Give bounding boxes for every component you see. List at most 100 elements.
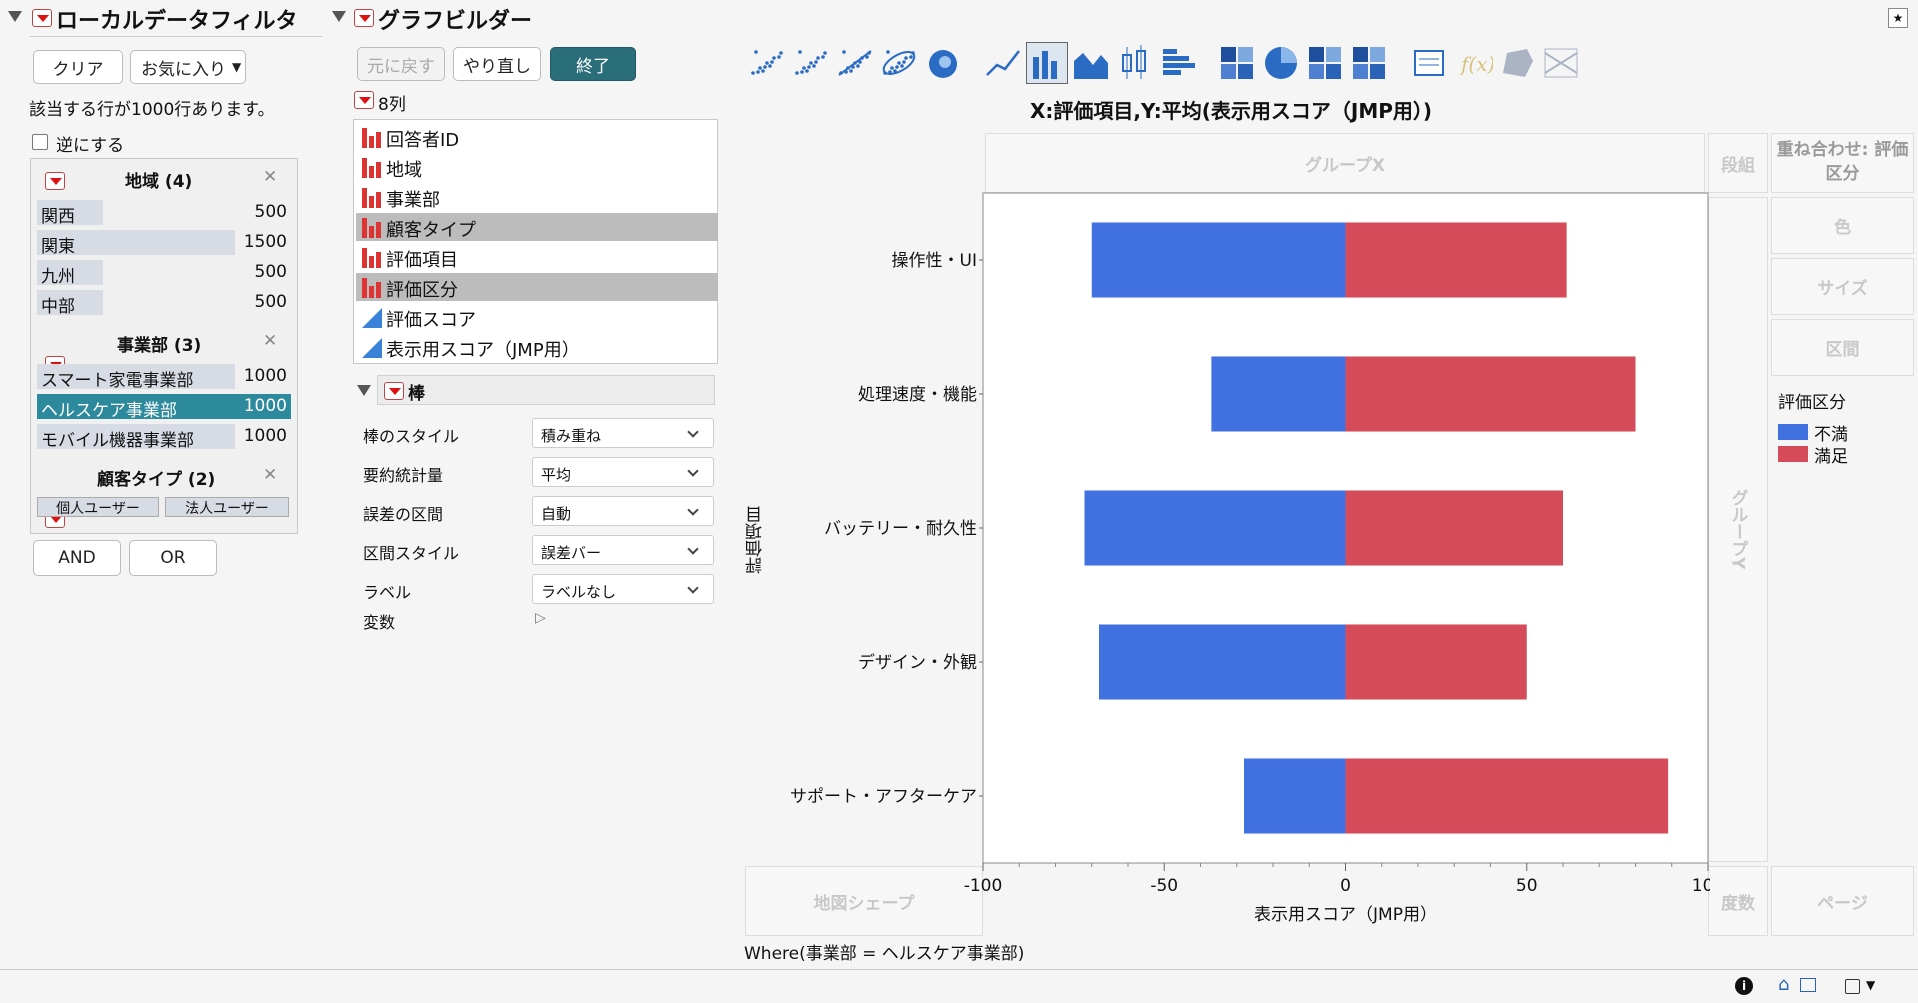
area-icon[interactable]	[1070, 42, 1112, 84]
line-icon[interactable]	[982, 42, 1024, 84]
group-x-zone[interactable]: グループX	[985, 133, 1705, 193]
bar-icon[interactable]	[1026, 42, 1068, 84]
close-icon[interactable]: ✕	[263, 167, 277, 187]
bar-satisfied	[1345, 356, 1636, 432]
filter-item[interactable]: 中部 500	[37, 290, 291, 317]
disclosure-icon[interactable]	[357, 385, 371, 396]
and-button[interactable]: AND	[33, 540, 121, 576]
or-button[interactable]: OR	[129, 540, 217, 576]
filter-header: ローカルデータフィルタ	[0, 0, 322, 34]
favorites-dropdown[interactable]: お気に入り ▼	[130, 50, 246, 84]
line-of-fit-icon[interactable]	[834, 42, 876, 84]
column-item[interactable]: 評価区分	[356, 273, 718, 301]
close-icon[interactable]: ✕	[263, 465, 277, 485]
filter-title-customer-type: 顧客タイプ (2)	[97, 470, 216, 490]
window-menu-icon[interactable]	[1845, 979, 1860, 994]
red-triangle-menu-icon[interactable]	[45, 172, 65, 190]
property-dropdown[interactable]: 誤差バー	[532, 535, 714, 565]
density-icon[interactable]	[922, 42, 964, 84]
bar-satisfied	[1345, 758, 1669, 834]
property-dropdown[interactable]: 積み重ね	[532, 418, 714, 448]
freq-zone[interactable]: 度数	[1708, 866, 1768, 936]
filter-header-rule	[30, 36, 322, 37]
heatmap-icon[interactable]	[1216, 42, 1258, 84]
red-triangle-menu-icon[interactable]	[354, 9, 374, 27]
map-shapes-icon[interactable]	[1496, 42, 1538, 84]
element-section-header: 棒	[377, 375, 715, 405]
filter-item[interactable]: モバイル機器事業部 1000	[37, 424, 291, 451]
pin-icon[interactable]: ★	[1888, 8, 1908, 28]
customer-type-individual-button[interactable]: 個人ユーザー	[37, 497, 159, 517]
caret-down-icon[interactable]: ▼	[1866, 978, 1875, 992]
table-icon[interactable]	[1800, 978, 1816, 992]
interval-zone[interactable]: 区間	[1771, 319, 1914, 376]
undo-button[interactable]: 元に戻す	[357, 47, 445, 81]
close-icon[interactable]: ✕	[263, 331, 277, 351]
column-item-label: 表示用スコア（JMP用）	[386, 340, 580, 361]
column-item[interactable]: 表示用スコア（JMP用）	[356, 333, 718, 361]
disclosure-icon[interactable]	[8, 11, 22, 22]
column-item[interactable]: 評価項目	[356, 243, 718, 271]
mosaic-icon[interactable]	[1348, 42, 1390, 84]
columns-header: 8列	[378, 95, 406, 115]
contour-icon[interactable]	[790, 42, 832, 84]
filter-item[interactable]: スマート家電事業部 1000	[37, 364, 291, 391]
points-icon[interactable]	[746, 42, 788, 84]
parallel-icon[interactable]	[1540, 42, 1582, 84]
red-triangle-menu-icon[interactable]	[354, 91, 374, 109]
column-item[interactable]: 事業部	[356, 183, 718, 211]
histogram-icon[interactable]	[1158, 42, 1200, 84]
size-zone[interactable]: サイズ	[1771, 258, 1914, 315]
box-plot-icon[interactable]	[1114, 42, 1156, 84]
customer-type-corporate-button[interactable]: 法人ユーザー	[165, 497, 289, 517]
property-dropdown[interactable]: 自動	[532, 496, 714, 526]
red-triangle-menu-icon[interactable]	[32, 9, 52, 27]
property-dropdown-value: 誤差バー	[541, 544, 602, 562]
status-bar: i ⌂ ▼	[0, 969, 1918, 1003]
y-tick-label: 操作性・UI	[892, 251, 977, 271]
y-tick-label: 処理速度・機能	[858, 385, 977, 405]
redo-button[interactable]: やり直し	[453, 47, 541, 81]
filter-item-label: スマート家電事業部	[41, 371, 194, 391]
overlay-zone[interactable]: 重ね合わせ: 評価区分	[1771, 133, 1914, 193]
property-dropdown-value: 平均	[541, 466, 572, 484]
legend-label: 満足	[1814, 447, 1848, 467]
expand-variables-icon[interactable]: ▷	[535, 610, 546, 626]
red-triangle-menu-icon[interactable]	[384, 382, 404, 400]
bar-chart[interactable]: 操作性・UI 処理速度・機能バッテリー・耐久性デザイン・外観サポート・アフターケア…	[740, 190, 1710, 940]
ellipse-icon[interactable]	[878, 42, 920, 84]
formula-icon[interactable]: f(x)	[1452, 42, 1495, 84]
filter-item[interactable]: ヘルスケア事業部 1000	[37, 394, 291, 421]
column-item[interactable]: 評価スコア	[356, 303, 718, 331]
pie-icon[interactable]	[1260, 42, 1302, 84]
done-button[interactable]: 終了	[550, 47, 636, 81]
disclosure-icon[interactable]	[332, 11, 346, 22]
home-icon[interactable]: ⌂	[1778, 974, 1789, 995]
column-item[interactable]: 顧客タイプ	[356, 213, 718, 241]
treemap-icon[interactable]	[1304, 42, 1346, 84]
column-item[interactable]: 地域	[356, 153, 718, 181]
group-y-zone[interactable]: グループY	[1708, 197, 1768, 862]
invert-checkbox[interactable]	[32, 134, 48, 150]
property-dropdown[interactable]: ラベルなし	[532, 574, 714, 604]
bar-dissatisfied	[1091, 222, 1346, 298]
page-zone[interactable]: ページ	[1771, 866, 1914, 936]
filter-item[interactable]: 関東 1500	[37, 230, 291, 257]
wrap-zone[interactable]: 段組	[1708, 133, 1768, 193]
column-item-label: 地域	[386, 160, 422, 181]
clear-button[interactable]: クリア	[33, 50, 123, 84]
y-tick-label: デザイン・外観	[858, 652, 977, 673]
property-dropdown[interactable]: 平均	[532, 457, 714, 487]
info-icon[interactable]: i	[1735, 977, 1753, 995]
filter-item[interactable]: 九州 500	[37, 260, 291, 287]
column-item[interactable]: 回答者ID	[356, 123, 718, 151]
bar-dissatisfied	[1084, 490, 1346, 566]
filter-item[interactable]: 関西 500	[37, 200, 291, 227]
property-label: ラベル	[363, 583, 412, 602]
chevron-down-icon	[687, 426, 699, 438]
x-tick-label: -100	[964, 876, 1003, 896]
color-zone[interactable]: 色	[1771, 197, 1914, 254]
caption-box-icon[interactable]	[1408, 42, 1450, 84]
filter-item-label: 関東	[41, 237, 75, 257]
y-tick-label: サポート・アフターケア	[790, 787, 977, 807]
